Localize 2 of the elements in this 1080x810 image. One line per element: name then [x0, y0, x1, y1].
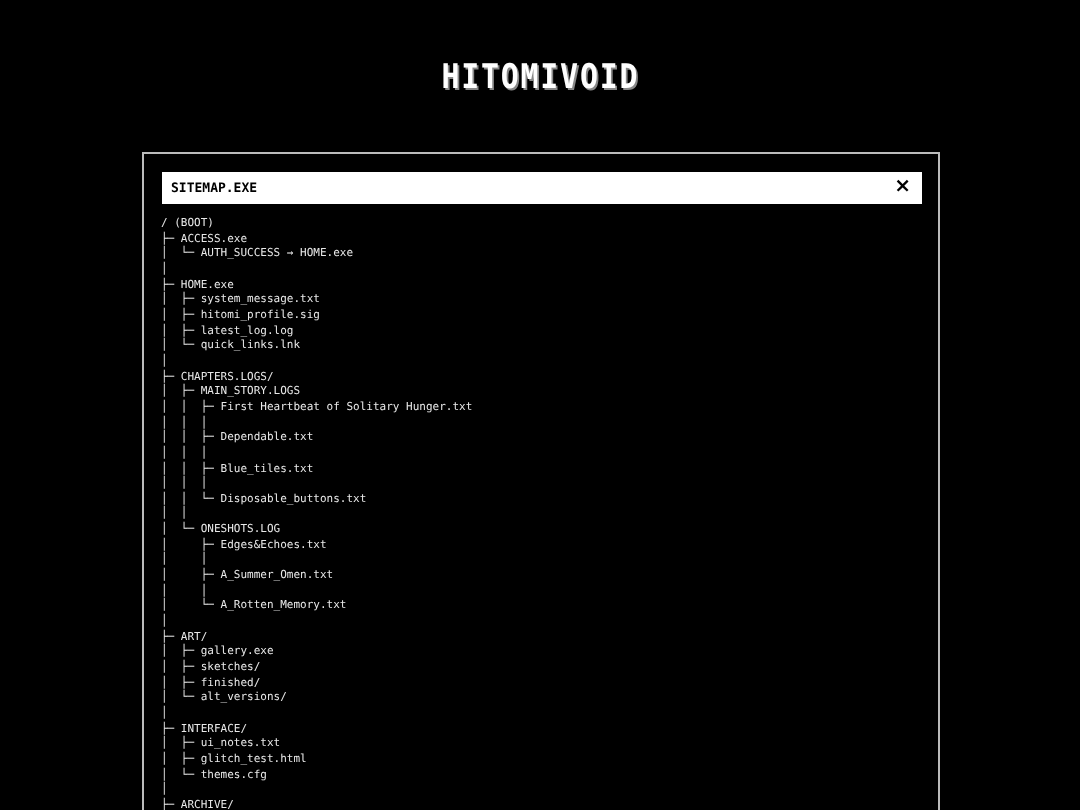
- close-button[interactable]: ×: [894, 178, 911, 198]
- site-logo: HITOMIVOID: [441, 58, 639, 98]
